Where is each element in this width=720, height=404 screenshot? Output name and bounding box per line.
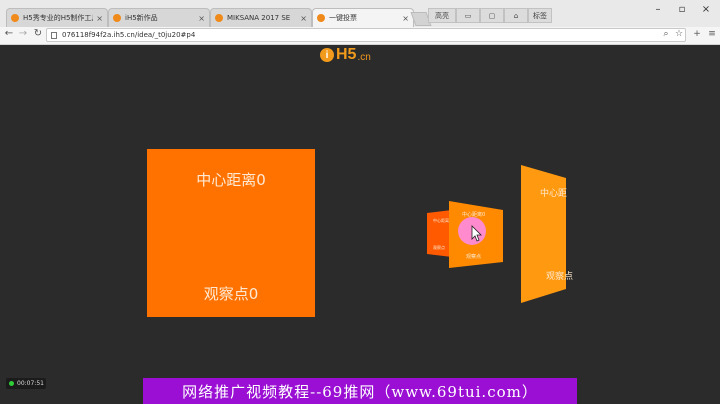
promo-banner: 网络推广视频教程--69推网（www.69tui.com） [143,378,577,404]
card-right-top-label: 中心距 [540,187,567,199]
card-right-bottom-label: 观察点 [546,270,573,282]
3d-card-scene: 中心距离 观察点 中心距离0 观察点 中心距 观察点 [427,165,573,303]
recording-timer: 00:07:51 [6,378,46,389]
card-small-left-bottom-label: 观察点 [433,244,445,250]
card-front-bottom-label: 观察点 [466,253,481,260]
card-right[interactable] [521,165,566,303]
card-front-top-label: 中心距离0 [462,211,485,218]
recording-dot-icon [9,381,14,386]
timer-text: 00:07:51 [17,380,44,387]
card-small-left-top-label: 中心距离 [433,217,449,223]
